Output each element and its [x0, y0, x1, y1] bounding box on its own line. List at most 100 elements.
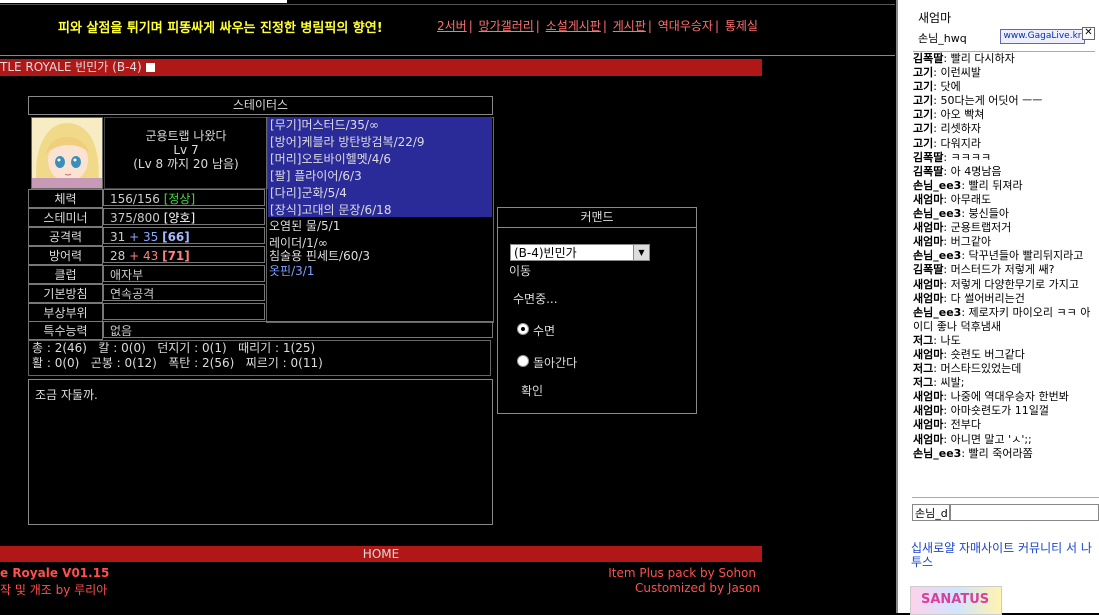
attack-total: [66] [162, 230, 190, 244]
nav-link-novel-board[interactable]: 소설게시판 [546, 19, 601, 33]
chat-message: 새엄마: 전부다 [913, 418, 1095, 432]
chat-text: 닥꾸년들아 빨리뒤지라고 [968, 249, 1084, 263]
sanatus-logo[interactable]: SANATUS [910, 586, 1002, 615]
chat-author: 손님_ee3 [913, 178, 962, 192]
chat-author: 고기 [913, 108, 934, 122]
chat-author: 손님_ee3 [913, 446, 962, 460]
equip-accessory[interactable]: [장식]고대의 문장/6/18 [270, 202, 391, 219]
chat-sep: : [943, 390, 951, 404]
stat-value: 애자부 [103, 265, 265, 282]
option-return[interactable]: 돌아간다 [517, 354, 577, 371]
weapon-skills: 총 : 2(46) 칼 : 0(0) 던지기 : 0(1) 때리기 : 1(25… [28, 340, 491, 376]
chat-sep: : [961, 446, 969, 460]
chat-message: 새엄마: 버그같아 [913, 235, 1095, 249]
inventory-item[interactable]: 옷핀/3/1 [269, 263, 314, 280]
chat-input[interactable] [950, 504, 1099, 521]
chat-author: 새엄마 [913, 235, 944, 249]
chat-message: 고기: 아오 빡쳐 [913, 108, 1095, 122]
chat-message: 저그: 머스타드있었는데 [913, 362, 1095, 376]
chat-author: 고기 [913, 94, 934, 108]
stat-value: 없음 [103, 321, 493, 338]
chat-sep: : [943, 404, 951, 418]
sister-site-link[interactable]: 십새로얄 자매사이트 커뮤니티 서 나투스 [911, 541, 1097, 569]
option-label: 수면 [533, 324, 556, 338]
exp-remaining: (Lv 8 까지 20 남음) [133, 157, 239, 171]
stat-value: 156/156 [정상] [103, 189, 265, 206]
inventory-item[interactable]: 오염된 물/5/1 [269, 218, 340, 235]
chat-text: 나도 [940, 333, 961, 347]
option-sleep[interactable]: 수면 [517, 322, 555, 339]
stat-label: 특수능력 [28, 321, 103, 340]
credit-text: 작 및 개조 by 루리아 [0, 583, 108, 597]
stat-value: 연속공격 [103, 284, 265, 301]
command-header: 커맨드 [497, 207, 697, 228]
online-user[interactable]: 손님_hwq [918, 30, 967, 46]
equip-arm[interactable]: [팔] 플라이어/6/3 [270, 168, 362, 185]
chat-message: 고기: 50다는게 어딧어 ㅡㅡ [913, 94, 1095, 108]
chat-sep: : [943, 432, 951, 446]
radio-icon[interactable] [517, 355, 529, 367]
chat-author: 고기 [913, 122, 934, 136]
equip-leg[interactable]: [다리]군화/5/4 [270, 185, 347, 202]
nav-link-server2[interactable]: 2서버 [437, 19, 467, 33]
online-user[interactable]: 새엄마 [918, 9, 951, 26]
equip-armor[interactable]: [방어]케블라 방탄방검복/22/9 [270, 134, 425, 151]
skills-line: 활 : 0(0) 곤봉 : 0(12) 폭탄 : 2(56) 찌르기 : 0(1… [32, 356, 323, 370]
chat-author: 저그 [913, 376, 934, 390]
chat-author: 김폭딸 [913, 164, 944, 178]
chevron-down-icon[interactable]: ▼ [633, 245, 649, 260]
radio-icon[interactable] [517, 323, 529, 335]
chat-author: 새엄마 [913, 277, 944, 291]
stat-row-ability: 특수능력 없음 [28, 321, 493, 340]
nav-links: 2서버 | 망가갤러리 | 소설게시판 | 게시판 | 역대우승자 | 통제실 [437, 17, 760, 34]
defense-total: [71] [162, 249, 190, 263]
nav-link-board[interactable]: 게시판 [613, 19, 646, 33]
nav-link-manga-gallery[interactable]: 망가갤러리 [479, 19, 534, 33]
chat-sep: : [943, 291, 951, 305]
stat-value [103, 303, 265, 320]
chat-author: 김폭딸 [913, 150, 944, 164]
chat-message: 새엄마: 군용트랩저거 [913, 221, 1095, 235]
chat-message: 김폭딸: 빨리 다시하자 [913, 52, 1095, 66]
chat-text: 나중에 역대우승자 한번봐 [950, 390, 1069, 404]
top-scrollbar[interactable] [0, 0, 287, 3]
chat-message: 김폭딸: ㅋㅋㅋㅋ [913, 151, 1095, 165]
stamina-value: 375/800 [110, 211, 160, 225]
version-text: e Royale V01.15 [0, 566, 110, 580]
chat-log: 김폭딸: 빨리 다시하자 고기: 이런씨발 고기: 닷에 고기: 50다는게 어딧어 … [913, 51, 1095, 496]
chat-sep: : [943, 164, 951, 178]
nav-link-control-room[interactable]: 통제실 [725, 19, 758, 33]
nav-link-hall-of-fame[interactable]: 역대우승자 [658, 19, 713, 33]
credit-itemplus: Item Plus pack by Sohon [608, 566, 756, 580]
location-select[interactable]: (B-4)빈민가 ▼ [510, 244, 650, 261]
chat-author: 김폭딸 [913, 263, 944, 277]
stat-row-injury: 부상부위 [28, 303, 266, 322]
home-link[interactable]: HOME [0, 546, 762, 562]
stat-label: 부상부위 [28, 303, 103, 322]
close-icon[interactable]: ✕ [1082, 27, 1095, 40]
chat-message: 저그: 씨발; [913, 376, 1095, 390]
equip-head[interactable]: [머리]오토바이헬멧/4/6 [270, 151, 391, 168]
stat-label: 클럽 [28, 265, 103, 284]
chat-message: 고기: 다워지라 [913, 137, 1095, 151]
stat-label: 기본방침 [28, 284, 103, 303]
chat-sep: : [961, 249, 969, 263]
nav-sep: | [468, 19, 473, 33]
chat-sep: : [943, 235, 951, 249]
stat-value: 28 + 43 [71] [103, 246, 265, 263]
confirm-button[interactable]: 확인 [521, 382, 543, 399]
chat-text: 빨리 뒤져라 [968, 178, 1023, 192]
nav-sep: | [602, 19, 607, 33]
hp-state: [정상] [163, 192, 196, 206]
chat-nickname[interactable]: 손님_d [912, 504, 950, 521]
defense-bonus: + 43 [129, 249, 159, 263]
chat-text: 숏련도 버그같다 [950, 347, 1025, 361]
chat-message: 새엄마: 다 썰어버리는건 [913, 292, 1095, 306]
gagalive-badge[interactable]: www.GagaLive.kr [1000, 29, 1085, 44]
chat-sep: : [943, 192, 951, 206]
equip-weapon[interactable]: [무기]머스터드/35/∞ [270, 117, 379, 134]
stat-label: 공격력 [28, 227, 103, 246]
chat-author: 고기 [913, 136, 934, 150]
defense-base: 28 [110, 249, 126, 263]
chat-message: 새엄마: 저렇게 다양한무기로 가지고 [913, 278, 1095, 292]
